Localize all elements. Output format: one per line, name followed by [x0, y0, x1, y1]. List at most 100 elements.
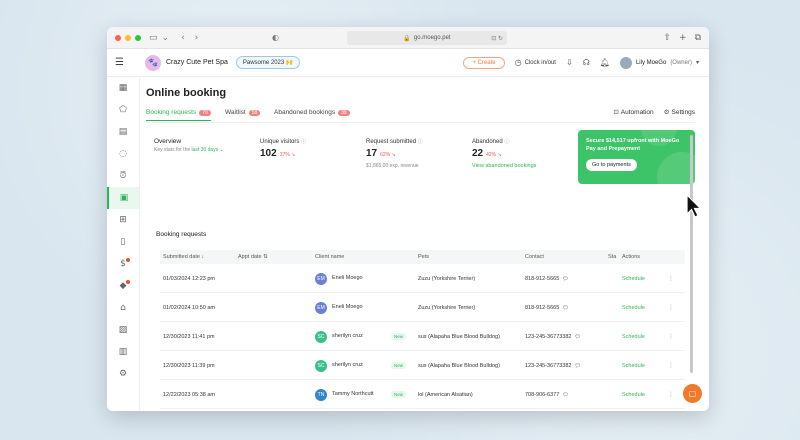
chevron-down-icon[interactable]: ⌄: [162, 33, 170, 43]
tab-booking-requests[interactable]: Booking requests 70: [146, 109, 211, 121]
sidebar-item-staff[interactable]: ▨: [107, 319, 139, 341]
chat-support-button[interactable]: ▢: [683, 384, 702, 403]
sidebar-item-reports[interactable]: ▥: [107, 341, 139, 363]
new-client-badge-cell: New: [391, 380, 407, 409]
client-cell[interactable]: SC sherilyn cruz: [315, 322, 363, 351]
reports-icon: ▥: [118, 347, 128, 357]
pet-name: sus (Alapaha Blue Blood Bulldog): [418, 333, 500, 340]
forward-icon[interactable]: ›: [195, 33, 199, 43]
help-icon[interactable]: ⓘ: [301, 139, 306, 145]
contact-cell: 818-912-5665 💬︎: [525, 264, 569, 293]
new-client-badge: New: [391, 333, 407, 340]
main-content: Online booking Booking requests 70 Waitl…: [146, 77, 695, 411]
schedule-button[interactable]: Schedule: [622, 264, 645, 293]
message-icon[interactable]: 💬︎: [562, 305, 568, 311]
message-icon[interactable]: 💬︎: [575, 363, 581, 369]
event-pill[interactable]: Pawsome 2023 🙌: [235, 56, 301, 69]
minimize-window-button[interactable]: [125, 34, 131, 41]
bell-icon[interactable]: 🔔︎: [600, 58, 610, 67]
date-range-select[interactable]: last 30 days ⌄: [192, 147, 224, 153]
view-abandoned-bookings-link[interactable]: View abandoned bookings: [472, 163, 536, 169]
schedule-button[interactable]: Schedule: [622, 351, 645, 380]
more-options-icon[interactable]: ⋮: [668, 351, 674, 380]
submitted-date: 12/30/2023 11:41 pm: [163, 333, 215, 340]
stat-label: Unique visitors: [260, 139, 300, 145]
client-cell[interactable]: EM Eneli Moego: [315, 264, 363, 293]
help-icon[interactable]: ⓘ: [418, 139, 423, 145]
table-row[interactable]: 01/03/2024 12:23 pm EM Eneli Moego Zuzu …: [160, 264, 685, 293]
sidebar-item-settings[interactable]: ⚙︎: [107, 363, 139, 385]
more-options-icon[interactable]: ⋮: [668, 293, 674, 322]
tab-abandoned-bookings[interactable]: Abandoned bookings 39: [274, 109, 350, 116]
sidebar-item-marketing[interactable]: ◆: [107, 275, 139, 297]
message-icon[interactable]: 💬︎: [562, 276, 568, 282]
back-icon[interactable]: ‹: [181, 33, 185, 43]
overview-subtitle: Key stats for the last 30 days ⌄: [154, 147, 224, 153]
download-icon[interactable]: ⇩: [566, 58, 573, 67]
sidebar-toggle-icon[interactable]: ▭: [149, 33, 158, 43]
maximize-window-button[interactable]: [135, 34, 141, 41]
sidebar-item-invoices[interactable]: ⊞: [107, 209, 139, 231]
settings-button[interactable]: ⚙︎ Settings: [664, 108, 695, 116]
sidebar-item-alarm[interactable]: ⏰︎: [107, 165, 139, 187]
message-icon[interactable]: 💬︎: [575, 334, 581, 340]
online-booking-icon: ▣: [119, 193, 129, 203]
schedule-button[interactable]: Schedule: [622, 322, 645, 351]
client-cell[interactable]: JN Janis Nguyen: [315, 409, 365, 411]
new-tab-icon[interactable]: +: [679, 33, 687, 43]
more-options-icon[interactable]: ⋮: [668, 409, 674, 411]
user-menu[interactable]: Lily MoeGo (Owner) ▾: [619, 56, 699, 69]
clock-in-out-button[interactable]: ◷ Clock in/out: [515, 58, 556, 67]
sidebar-item-clipboard[interactable]: ▤: [107, 121, 139, 143]
help-icon[interactable]: ⓘ: [504, 139, 509, 145]
stat-label: Abandoned: [472, 139, 503, 145]
support-icon[interactable]: ☊: [583, 58, 590, 67]
sidebar-item-calendar[interactable]: ▦: [107, 77, 139, 99]
clock-icon: ◷: [514, 58, 522, 67]
message-icon[interactable]: 💬︎: [562, 392, 568, 398]
schedule-button[interactable]: Schedule: [622, 409, 645, 411]
table-row[interactable]: 12/21/2023 11:31 pm JN Janis Nguyen New …: [160, 409, 685, 411]
close-window-button[interactable]: [115, 34, 121, 41]
go-to-payments-button[interactable]: Go to payments: [586, 159, 637, 171]
alarm-icon: ⏰︎: [119, 171, 127, 181]
table-row[interactable]: 12/30/2023 11:41 pm SC sherilyn cruz New…: [160, 322, 685, 351]
contact-cell: 818-912-5665 💬︎: [525, 293, 569, 322]
automation-label: Automation: [620, 109, 654, 116]
automation-button[interactable]: ⊡ Automation: [613, 108, 653, 116]
app-header: ☰ 🐾 Crazy Cute Pet Spa Pawsome 2023 🙌 + …: [107, 49, 709, 77]
more-options-icon[interactable]: ⋮: [668, 322, 674, 351]
client-cell[interactable]: EM Eneli Moego: [315, 293, 363, 322]
sidebar-item-pets[interactable]: ⬠: [107, 99, 139, 121]
more-options-icon[interactable]: ⋮: [668, 264, 674, 293]
sidebar: ▦ ⬠ ▤ ◌ ⏰︎ ▣ ⊞ ▯ $ ◆ ⌂ ▨ ▥ ⚙︎: [107, 77, 140, 411]
tab-waitlist[interactable]: Waitlist 58: [225, 109, 261, 116]
client-cell[interactable]: TN Tammy Northcutt: [315, 380, 374, 409]
privacy-shield-icon[interactable]: ◐: [272, 33, 279, 42]
column-appt-date[interactable]: Appt date ⇅: [238, 254, 268, 260]
sidebar-item-messages[interactable]: ◌: [107, 143, 139, 165]
business-avatar[interactable]: 🐾: [145, 54, 161, 71]
address-bar[interactable]: 🔒 go.moego.pet ⊡ ↻: [347, 31, 507, 45]
business-name[interactable]: Crazy Cute Pet Spa: [166, 59, 228, 66]
menu-icon[interactable]: ☰: [115, 57, 125, 68]
table-row[interactable]: 12/22/2023 05:38 am TN Tammy Northcutt N…: [160, 380, 685, 409]
column-contact: Contact: [525, 254, 544, 260]
create-button[interactable]: + Create: [463, 56, 505, 69]
column-submitted-date[interactable]: Submitted date ↓: [163, 254, 204, 260]
tabs-overview-icon[interactable]: ⧉: [695, 33, 701, 43]
table-row[interactable]: 12/30/2023 11:39 pm SC sherilyn cruz New…: [160, 351, 685, 380]
table-body: 01/03/2024 12:23 pm EM Eneli Moego Zuzu …: [160, 264, 685, 411]
reader-icon[interactable]: ⊡ ↻: [491, 35, 503, 42]
schedule-button[interactable]: Schedule: [622, 293, 645, 322]
sidebar-item-retail[interactable]: ⌂: [107, 297, 139, 319]
client-cell[interactable]: SC sherilyn cruz: [315, 351, 363, 380]
scrollbar[interactable]: [690, 135, 693, 373]
share-icon[interactable]: ⇧: [663, 33, 671, 43]
sidebar-item-payments[interactable]: $: [107, 253, 139, 275]
sidebar-item-online-booking[interactable]: ▣: [107, 187, 139, 209]
sidebar-item-documents[interactable]: ▯: [107, 231, 139, 253]
schedule-button[interactable]: Schedule: [622, 380, 645, 409]
more-options-icon[interactable]: ⋮: [668, 380, 674, 409]
table-row[interactable]: 01/02/2024 10:50 am EM Eneli Moego Zuzu …: [160, 293, 685, 322]
